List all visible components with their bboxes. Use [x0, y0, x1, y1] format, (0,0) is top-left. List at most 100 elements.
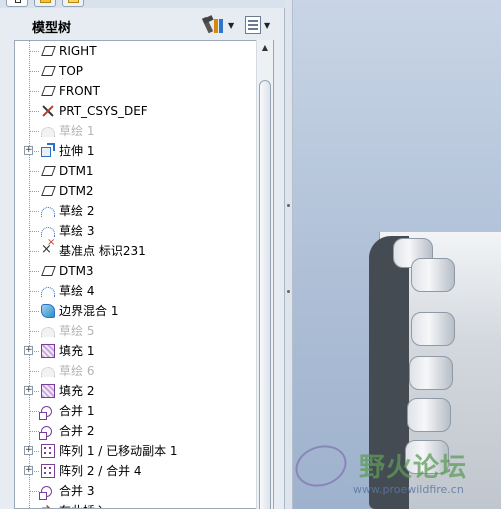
tree-connector [29, 431, 39, 432]
sketch-icon [41, 227, 55, 237]
tree-item[interactable]: 草绘 6 [15, 361, 260, 381]
expand-toggle-icon[interactable]: + [24, 146, 33, 155]
tree-connector [29, 211, 39, 212]
pattern-icon [41, 444, 55, 458]
expand-toggle-icon[interactable]: + [24, 466, 33, 475]
graphics-viewport[interactable]: 野火论坛 www.proewildfire.cn [293, 0, 501, 509]
panel-splitter[interactable] [285, 0, 293, 509]
tree-item[interactable]: + 阵列 1 / 已移动副本 1 [15, 441, 260, 461]
merge-icon [39, 426, 52, 440]
tree-item[interactable]: 合并 3 [15, 481, 260, 501]
show-dropdown-button[interactable]: ▼ [245, 14, 270, 36]
tree-connector [29, 131, 39, 132]
tree-connector [29, 271, 39, 272]
tree-item[interactable]: 合并 2 [15, 421, 260, 441]
tree-item[interactable]: 在此插入 [15, 501, 260, 508]
expand-toggle-icon[interactable]: + [24, 346, 33, 355]
datum-plane-icon [41, 66, 56, 76]
tree-item-label: 草绘 4 [59, 284, 95, 298]
datum-plane-icon [41, 166, 56, 176]
tree-item[interactable]: DTM3 [15, 261, 260, 281]
boundary-blend-icon [41, 304, 55, 318]
tree-item[interactable]: 草绘 5 [15, 321, 260, 341]
sketch-icon [41, 127, 55, 137]
tree-connector [29, 311, 39, 312]
gear-tooth [409, 356, 453, 390]
insert-here-icon [41, 501, 55, 508]
settings-tools-icon [201, 15, 225, 34]
tree-item[interactable]: + 填充 1 [15, 341, 260, 361]
tree-item[interactable]: 边界混合 1 [15, 301, 260, 321]
tree-item[interactable]: 草绘 2 [15, 201, 260, 221]
navigator-header: 模型树 ▼ ▼ [0, 8, 285, 40]
scroll-up-arrow-icon[interactable]: ▲ [257, 40, 273, 56]
tree-item-label: 填充 2 [59, 384, 95, 398]
pattern-icon [41, 464, 55, 478]
watermark-logo-icon [293, 438, 352, 494]
tree-item[interactable]: DTM1 [15, 161, 260, 181]
tree-item[interactable]: + 阵列 2 / 合并 4 [15, 461, 260, 481]
merge-icon [39, 486, 52, 500]
datum-point-icon [41, 237, 55, 258]
favorites-icon [68, 0, 79, 3]
datum-plane-icon [41, 266, 56, 276]
tree-item-label: 拉伸 1 [59, 144, 95, 158]
tree-item-label: 边界混合 1 [59, 304, 119, 318]
tree-connector [29, 91, 39, 92]
tree-item-label: 合并 3 [59, 484, 95, 498]
tree-item-label: FRONT [59, 84, 100, 98]
tree-connector [29, 171, 39, 172]
tree-item-label: 填充 1 [59, 344, 95, 358]
tree-item[interactable]: 草绘 4 [15, 281, 260, 301]
tree-item[interactable]: FRONT [15, 81, 260, 101]
tree-connector [29, 231, 39, 232]
expand-toggle-icon[interactable]: + [24, 446, 33, 455]
folder-browser-tab[interactable] [34, 0, 56, 7]
model-tree[interactable]: RIGHT TOP FRONT PRT_CSYS_DEF 草绘 1 + 拉伸 1 DTM1 DT… [14, 40, 274, 509]
tree-item-label: 合并 1 [59, 404, 95, 418]
favorites-tab[interactable] [62, 0, 84, 7]
tree-item[interactable]: 合并 1 [15, 401, 260, 421]
tree-connector [29, 491, 39, 492]
tree-item-label: 基准点 标识231 [59, 244, 146, 258]
tree-item-label: RIGHT [59, 44, 97, 58]
expand-toggle-icon[interactable]: + [24, 386, 33, 395]
chevron-down-icon: ▼ [228, 20, 235, 30]
tree-item[interactable]: DTM2 [15, 181, 260, 201]
model-tree-tab-icon [15, 0, 21, 3]
navigator-panel: 模型树 ▼ ▼ RIGHT TOP FRONT PRT_CSYS_DEF 草绘 1 + 拉伸… [0, 8, 285, 509]
tree-connector [29, 111, 39, 112]
extrude-icon [41, 143, 55, 157]
tree-vertical-scrollbar[interactable]: ▲ [256, 40, 273, 509]
tree-connector [29, 51, 39, 52]
tree-item[interactable]: TOP [15, 61, 260, 81]
tree-item[interactable]: RIGHT [15, 41, 260, 61]
tree-item-label: DTM2 [59, 184, 94, 198]
tree-connector [29, 331, 39, 332]
panel-title: 模型树 [32, 21, 72, 36]
tree-item[interactable]: + 拉伸 1 [15, 141, 260, 161]
tree-item[interactable]: 草绘 1 [15, 121, 260, 141]
fill-icon [41, 384, 55, 398]
navigator-tab-strip [0, 0, 285, 8]
tree-item[interactable]: PRT_CSYS_DEF [15, 101, 260, 121]
folder-icon [40, 0, 51, 3]
model-tree-tab[interactable] [6, 0, 28, 7]
watermark-url: www.proewildfire.cn [353, 483, 464, 496]
list-view-icon [245, 16, 261, 34]
merge-icon [39, 406, 52, 420]
gear-tooth [411, 258, 455, 292]
scrollbar-thumb[interactable] [259, 80, 271, 509]
settings-dropdown-button[interactable]: ▼ [201, 14, 235, 36]
tree-item-label: 草绘 3 [59, 224, 95, 238]
datum-plane-icon [41, 186, 56, 196]
tree-item[interactable]: 基准点 标识231 [15, 237, 260, 261]
tree-item-label: 合并 2 [59, 424, 95, 438]
tree-item-label: DTM1 [59, 164, 94, 178]
sketch-icon [41, 207, 55, 217]
sketch-icon [41, 367, 55, 377]
tree-item-label: 草绘 5 [59, 324, 95, 338]
tree-item[interactable]: + 填充 2 [15, 381, 260, 401]
tree-item-label: PRT_CSYS_DEF [59, 104, 148, 118]
tree-item-label: 阵列 2 / 合并 4 [59, 464, 142, 478]
